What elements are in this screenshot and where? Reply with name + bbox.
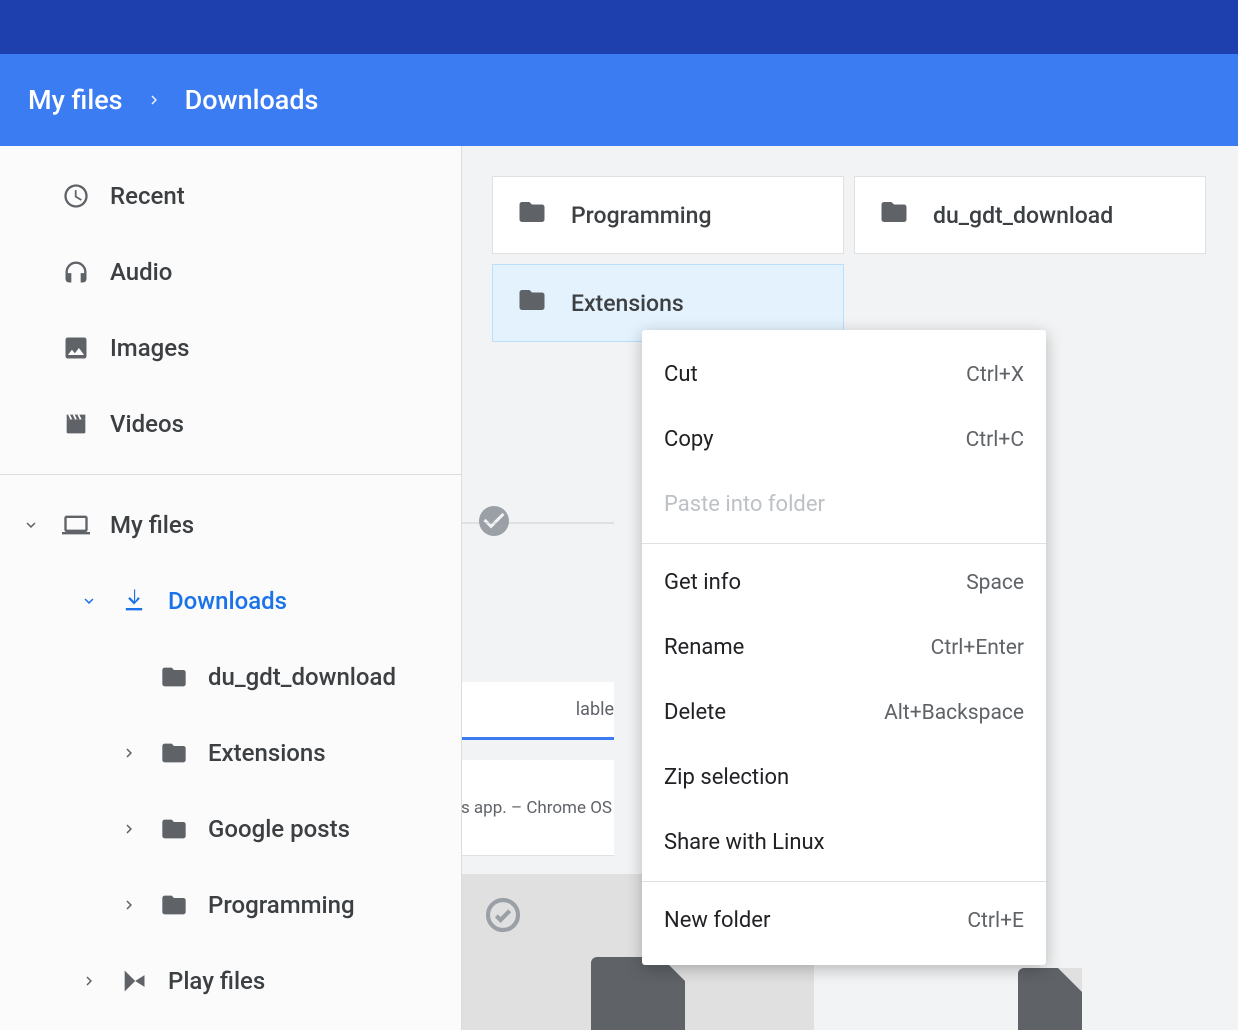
context-menu: Cut Ctrl+X Copy Ctrl+C Paste into folder… xyxy=(642,330,1046,965)
folder-icon xyxy=(160,891,188,919)
context-menu-label: Zip selection xyxy=(664,765,789,790)
sidebar-item-images[interactable]: Images xyxy=(0,310,461,386)
sidebar-item-downloads[interactable]: Downloads xyxy=(0,563,461,639)
folder-card-label: Programming xyxy=(571,202,712,229)
sidebar-item-label: Recent xyxy=(110,182,185,210)
sidebar-item-audio[interactable]: Audio xyxy=(0,234,461,310)
folder-card-label: du_gdt_download xyxy=(933,202,1113,229)
chevron-right-icon[interactable] xyxy=(118,744,140,762)
folder-card-programming[interactable]: Programming xyxy=(492,176,844,254)
breadcrumb-root[interactable]: My files xyxy=(28,84,123,116)
sidebar-item-playfiles[interactable]: Play files xyxy=(0,943,461,1019)
image-icon xyxy=(62,334,90,362)
chevron-right-icon[interactable] xyxy=(78,972,100,990)
context-menu-divider xyxy=(642,543,1046,544)
folder-icon xyxy=(160,815,188,843)
peek-footer: iles app. – Chrome OS xyxy=(462,760,614,856)
context-menu-label: Cut xyxy=(664,362,698,387)
video-icon xyxy=(62,410,90,438)
context-menu-shortcut: Space xyxy=(966,571,1024,595)
breadcrumb: My files Downloads xyxy=(0,54,1238,146)
sidebar-item-folder-googleposts[interactable]: Google posts xyxy=(0,791,461,867)
window-title-bar xyxy=(0,0,1238,54)
sidebar-item-label: du_gdt_download xyxy=(208,663,396,691)
sidebar-item-folder-programming[interactable]: Programming xyxy=(0,867,461,943)
sidebar-item-folder-extensions[interactable]: Extensions xyxy=(0,715,461,791)
context-menu-get-info[interactable]: Get info Space xyxy=(642,550,1046,615)
sidebar-item-label: Audio xyxy=(110,258,172,286)
play-icon xyxy=(120,967,148,995)
context-menu-shortcut: Ctrl+C xyxy=(966,428,1024,452)
chevron-right-icon xyxy=(145,91,163,109)
context-menu-label: Rename xyxy=(664,635,744,660)
folder-card-label: Extensions xyxy=(571,290,684,317)
sidebar-item-label: Programming xyxy=(208,891,355,919)
context-menu-label: Delete xyxy=(664,700,726,725)
peek-tab[interactable]: lable xyxy=(462,682,614,740)
context-menu-cut[interactable]: Cut Ctrl+X xyxy=(642,342,1046,407)
chevron-right-icon[interactable] xyxy=(118,820,140,838)
folder-card-dugdt[interactable]: du_gdt_download xyxy=(854,176,1206,254)
folder-icon xyxy=(160,739,188,767)
context-menu-copy[interactable]: Copy Ctrl+C xyxy=(642,407,1046,472)
context-menu-shortcut: Ctrl+E xyxy=(967,909,1024,933)
sidebar-item-label: Images xyxy=(110,334,189,362)
folder-icon xyxy=(517,285,547,321)
sidebar-item-label: Videos xyxy=(110,410,184,438)
context-menu-shortcut: Ctrl+X xyxy=(966,363,1024,387)
context-menu-zip-selection[interactable]: Zip selection xyxy=(642,745,1046,810)
context-menu-label: Share with Linux xyxy=(664,830,825,855)
sidebar: Recent Audio Images Videos My xyxy=(0,146,462,1030)
document-icon xyxy=(1018,968,1082,1030)
check-icon xyxy=(476,503,512,543)
folder-grid: Programming du_gdt_download Extensions xyxy=(492,176,1208,342)
folder-icon xyxy=(160,663,188,691)
peek-panel xyxy=(462,522,614,524)
chevron-down-icon[interactable] xyxy=(20,516,42,534)
sidebar-item-myfiles[interactable]: My files xyxy=(0,487,461,563)
breadcrumb-current[interactable]: Downloads xyxy=(185,84,319,116)
context-menu-label: New folder xyxy=(664,908,770,933)
sidebar-item-videos[interactable]: Videos xyxy=(0,386,461,462)
headphones-icon xyxy=(62,258,90,286)
chevron-right-icon[interactable] xyxy=(118,896,140,914)
context-menu-delete[interactable]: Delete Alt+Backspace xyxy=(642,680,1046,745)
context-menu-label: Get info xyxy=(664,570,741,595)
context-menu-label: Copy xyxy=(664,427,714,452)
chevron-down-icon[interactable] xyxy=(78,592,100,610)
sidebar-item-label: Play files xyxy=(168,967,265,995)
sidebar-item-label: Google posts xyxy=(208,815,350,843)
context-menu-shortcut: Alt+Backspace xyxy=(884,701,1024,725)
clock-icon xyxy=(62,182,90,210)
sidebar-item-label: Downloads xyxy=(168,587,287,615)
sidebar-item-recent[interactable]: Recent xyxy=(0,158,461,234)
context-menu-paste-into-folder: Paste into folder xyxy=(642,472,1046,537)
context-menu-divider xyxy=(642,881,1046,882)
laptop-icon xyxy=(62,511,90,539)
sidebar-item-label: Extensions xyxy=(208,739,326,767)
folder-icon xyxy=(879,197,909,233)
context-menu-shortcut: Ctrl+Enter xyxy=(931,636,1024,660)
folder-icon xyxy=(517,197,547,233)
download-icon xyxy=(120,587,148,615)
context-menu-share-with-linux[interactable]: Share with Linux xyxy=(642,810,1046,875)
document-icon xyxy=(591,957,685,1030)
check-outline-icon xyxy=(483,895,523,939)
context-menu-rename[interactable]: Rename Ctrl+Enter xyxy=(642,615,1046,680)
context-menu-new-folder[interactable]: New folder Ctrl+E xyxy=(642,888,1046,953)
sidebar-item-label: My files xyxy=(110,511,194,539)
sidebar-item-folder-dugdt[interactable]: du_gdt_download xyxy=(0,639,461,715)
context-menu-label: Paste into folder xyxy=(664,492,825,517)
